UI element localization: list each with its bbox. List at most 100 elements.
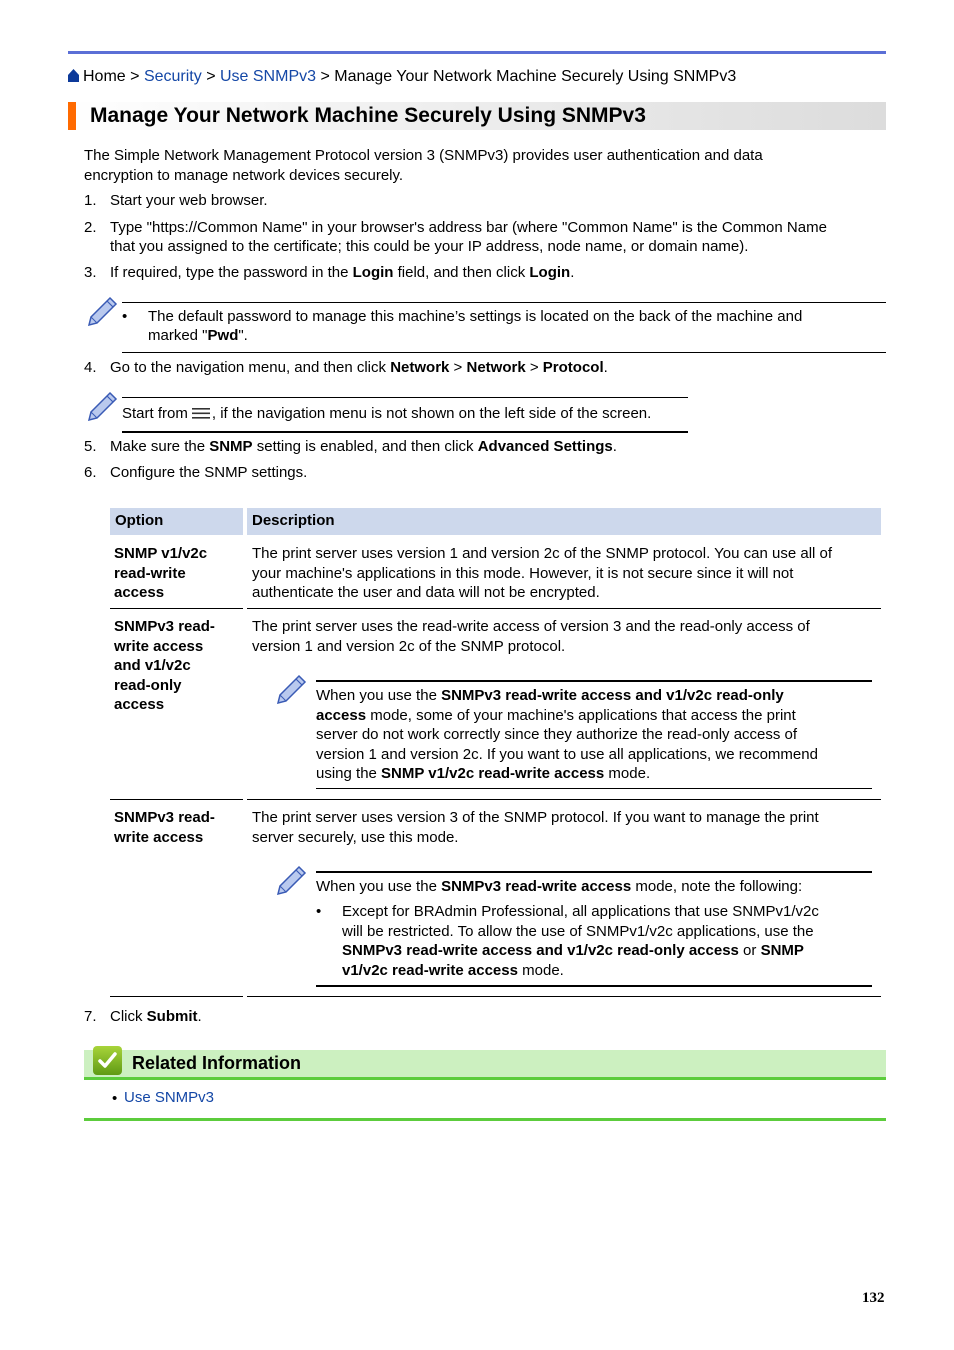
breadcrumb-security-link[interactable]: Security: [144, 68, 202, 85]
step-text: Type "https://Common Name" in your brows…: [110, 219, 827, 236]
note-text: When you use the SNMPv3 read-write acces…: [316, 686, 876, 784]
description-line: server securely, use this mode.: [252, 828, 459, 846]
note-text: marked "Pwd".: [148, 326, 248, 346]
option-line: and v1/v2c: [114, 657, 191, 674]
row-divider: [247, 799, 881, 800]
description-line: The print server uses version 3 of the S…: [252, 809, 819, 826]
ui-term: Network: [390, 359, 450, 376]
pencil-note-icon: [87, 391, 118, 421]
note-text: The default password to manage this mach…: [148, 308, 803, 325]
page-number: 132: [862, 1290, 885, 1306]
ui-term: v1/v2c read-write access: [342, 961, 518, 979]
step-number: 5.: [84, 438, 97, 455]
ui-term: Pwd: [207, 327, 239, 344]
ui-term: Login: [352, 264, 394, 281]
text: mode.: [604, 765, 651, 782]
ui-term: Submit: [146, 1008, 198, 1025]
option-line: write access: [114, 637, 204, 655]
text: will be restricted. To allow the use of …: [342, 922, 814, 940]
pencil-note-icon: [276, 865, 307, 895]
note-bullet: •: [122, 308, 128, 325]
step-text: If required, type the password in the Lo…: [110, 263, 574, 283]
ui-term: SNMP v1/v2c read-write access: [381, 765, 605, 782]
note-top-rule: [122, 397, 688, 398]
option-line: read-write: [114, 564, 186, 582]
text: mode.: [517, 961, 564, 979]
option-line: access: [114, 696, 165, 713]
option-cell: SNMPv3 read- write access: [114, 808, 239, 847]
step-text: Make sure the SNMP setting is enabled, a…: [110, 437, 617, 457]
step-number: 6.: [84, 464, 97, 481]
description-line: your machine's applications in this mode…: [252, 564, 794, 582]
ui-term: access: [316, 706, 367, 724]
header-label: Option: [115, 512, 164, 529]
ui-term: Network: [466, 359, 526, 376]
note-bottom-rule: [122, 352, 886, 353]
page-title-bar: Manage Your Network Machine Securely Usi…: [68, 102, 886, 130]
ui-term: SNMPv3 read-write access and v1/v2c read…: [342, 942, 739, 959]
text: >: [449, 359, 467, 376]
breadcrumb-home[interactable]: Home: [83, 68, 126, 85]
note-bullet: •: [316, 903, 322, 920]
ui-term: Protocol: [542, 359, 604, 376]
table-header-option: Option: [110, 508, 243, 535]
description-cell: The print server uses version 3 of the S…: [252, 808, 877, 847]
text: using the: [316, 765, 382, 782]
text: .: [603, 359, 608, 376]
breadcrumb: Home > Security > Use SNMPv3 > Manage Yo…: [68, 67, 736, 87]
text: marked ": [148, 327, 208, 344]
option-line: SNMPv3 read-: [114, 809, 215, 826]
related-info-bottom-rule: [84, 1118, 886, 1121]
text: mode, some of your machine's application…: [366, 706, 796, 724]
related-info-rule: [84, 1077, 886, 1080]
option-line: write access: [114, 828, 204, 846]
text: .: [612, 438, 617, 455]
ui-term: Login: [529, 264, 571, 281]
step-text: Go to the navigation menu, and then clic…: [110, 358, 608, 378]
step-text: Start your web browser.: [110, 192, 268, 209]
ui-term: SNMPv3 read-write access and v1/v2c read…: [441, 687, 784, 704]
step-number: 2.: [84, 219, 97, 236]
step-text: Click Submit.: [110, 1007, 202, 1027]
description-cell: The print server uses version 1 and vers…: [252, 544, 877, 603]
ui-term: Advanced Settings: [477, 438, 613, 455]
step-number: 3.: [84, 264, 97, 281]
step-number: 4.: [84, 359, 97, 376]
text: or: [738, 942, 761, 959]
text: field, and then click: [393, 264, 530, 281]
text: setting is enabled, and then click: [252, 438, 478, 455]
text: server do not work correctly since they …: [316, 726, 798, 743]
page-title: Manage Your Network Machine Securely Usi…: [90, 104, 646, 127]
text: Start from: [122, 405, 188, 422]
option-line: read-only: [114, 676, 182, 694]
related-info-title: Related Information: [132, 1053, 302, 1073]
ui-term: SNMP: [209, 438, 253, 455]
note-bullet-text: Except for BRAdmin Professional, all app…: [342, 902, 882, 980]
row-divider: [247, 608, 881, 609]
text: .: [197, 1008, 202, 1025]
menu-icon: [191, 408, 210, 419]
text: , if the navigation menu is not shown on…: [211, 405, 652, 422]
row-divider: [110, 799, 243, 800]
intro-line: The Simple Network Management Protocol v…: [84, 147, 763, 164]
breadcrumb-use-snmpv3-link[interactable]: Use SNMPv3: [220, 68, 316, 85]
note-top-rule: [316, 680, 872, 682]
text: Except for BRAdmin Professional, all app…: [342, 903, 819, 920]
related-link-use-snmpv3[interactable]: Use SNMPv3: [124, 1089, 214, 1106]
table-header-description: Description: [247, 508, 881, 535]
description-line: version 1 and version 2c of the SNMP pro…: [252, 637, 566, 655]
title-accent: [68, 102, 76, 130]
text: >: [525, 359, 543, 376]
home-icon[interactable]: [68, 69, 79, 82]
header-label: Description: [252, 512, 335, 529]
description-cell: The print server uses the read-write acc…: [252, 617, 877, 656]
top-rule: [68, 51, 886, 54]
option-line: SNMP v1/v2c: [114, 545, 208, 562]
description-line: The print server uses the read-write acc…: [252, 618, 810, 635]
note-text: Start from , if the navigation menu is no…: [122, 404, 651, 424]
note-bottom-rule: [316, 985, 872, 987]
breadcrumb-separator: >: [130, 68, 140, 85]
step-number: 7.: [84, 1008, 97, 1025]
row-divider: [110, 996, 243, 997]
option-cell: SNMP v1/v2c read-write access: [114, 544, 239, 603]
